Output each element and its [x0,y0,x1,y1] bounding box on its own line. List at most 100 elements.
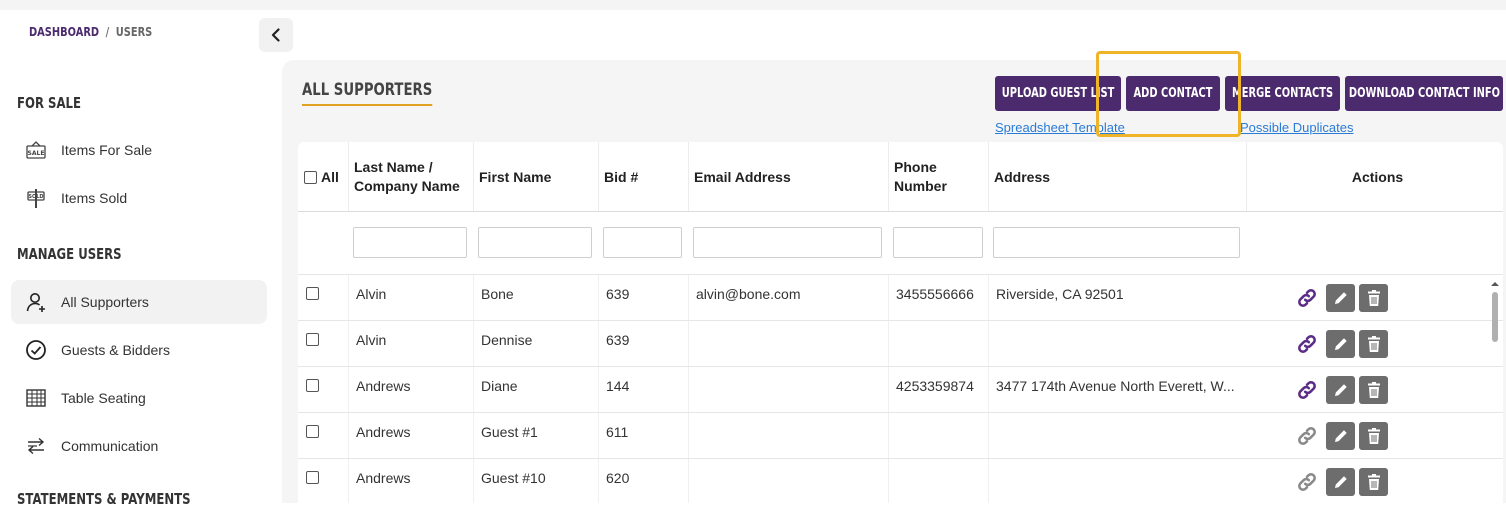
table-scrollbar[interactable] [1489,280,1501,503]
upload-guest-list-button[interactable]: UPLOAD GUEST LIST [995,76,1121,111]
cell-last-name: Andrews [348,459,473,503]
link-contact-button[interactable] [1292,376,1321,404]
cell-phone: 4253359874 [888,367,988,413]
link-icon [1297,427,1316,445]
trash-icon [1367,336,1380,352]
user-plus-icon [24,290,48,314]
header-first-name[interactable]: First Name [473,142,598,212]
sidebar-heading-statements: STATEMENTS & PAYMENTS [17,490,191,508]
sale-tag-icon: SALE [24,138,48,162]
row-checkbox[interactable] [306,287,319,300]
sidebar-item-label: Communication [61,438,159,454]
merge-contacts-button[interactable]: MERGE CONTACTS [1225,76,1340,111]
button-label: UPLOAD GUEST LIST [1001,86,1115,101]
delete-button[interactable] [1359,422,1388,450]
header-bid[interactable]: Bid # [598,142,688,212]
sold-sign-icon: SOLD [24,186,48,210]
link-contact-button[interactable] [1292,422,1321,450]
pencil-icon [1334,384,1347,396]
cell-email [688,367,888,413]
pencil-icon [1334,430,1347,442]
link-icon [1297,335,1316,353]
cell-bid: 144 [598,367,688,413]
delete-button[interactable] [1359,330,1388,358]
table-row: Andrews Diane 144 4253359874 3477 174th … [298,366,1503,413]
pencil-icon [1334,338,1347,350]
spreadsheet-template-link[interactable]: Spreadsheet Template [995,120,1125,135]
filter-email-input[interactable] [693,227,882,258]
edit-button[interactable] [1326,284,1355,312]
filter-first-name-input[interactable] [478,227,592,258]
sidebar-heading-for-sale: FOR SALE [17,94,81,112]
svg-text:SALE: SALE [28,150,45,157]
cell-address: Riverside, CA 92501 [988,275,1238,321]
row-checkbox[interactable] [306,471,319,484]
filter-address-input[interactable] [993,227,1240,258]
cell-first-name: Guest #10 [473,459,598,503]
cell-first-name: Dennise [473,321,598,367]
sidebar-item-table-seating[interactable]: Table Seating [11,376,267,420]
supporters-table: All Last Name / Company Name First Name … [298,142,1503,503]
cell-first-name: Bone [473,275,598,321]
button-label: MERGE CONTACTS [1231,86,1334,101]
breadcrumb-current: USERS [115,25,153,39]
add-contact-button[interactable]: ADD CONTACT [1126,76,1220,111]
sidebar-collapse-button[interactable] [259,18,293,52]
cell-bid: 611 [598,413,688,459]
sidebar-item-all-supporters[interactable]: All Supporters [11,280,267,324]
cell-email [688,321,888,367]
trash-icon [1367,290,1380,306]
scroll-up-arrow-icon [1491,282,1499,286]
cell-first-name: Diane [473,367,598,413]
pencil-icon [1334,292,1347,304]
sidebar-item-guests-bidders[interactable]: Guests & Bidders [11,328,267,372]
cell-last-name: Alvin [348,275,473,321]
edit-button[interactable] [1326,376,1355,404]
arrows-exchange-icon [24,434,48,458]
top-strip [0,0,1506,10]
breadcrumb-dashboard-link[interactable]: DASHBOARD [29,25,99,39]
sidebar: FOR SALE SALE Items For Sale SOLD Items … [0,60,282,508]
edit-button[interactable] [1326,422,1355,450]
sidebar-item-label: Table Seating [61,390,146,406]
sidebar-item-items-sold[interactable]: SOLD Items Sold [11,176,267,220]
filter-bid-input[interactable] [603,227,682,258]
header-email[interactable]: Email Address [688,142,888,212]
cell-first-name: Guest #1 [473,413,598,459]
header-phone[interactable]: Phone Number [888,142,988,212]
delete-button[interactable] [1359,376,1388,404]
delete-button[interactable] [1359,468,1388,496]
row-checkbox[interactable] [306,379,319,392]
table-row: Andrews Guest #1 611 [298,412,1503,459]
header-select-all: All [298,142,348,212]
table-row: Alvin Dennise 639 [298,320,1503,367]
header-address[interactable]: Address [988,142,1246,212]
link-contact-button[interactable] [1292,330,1321,358]
sidebar-item-communication[interactable]: Communication [11,424,267,468]
cell-last-name: Andrews [348,413,473,459]
edit-button[interactable] [1326,468,1355,496]
filter-last-name-input[interactable] [353,227,467,258]
possible-duplicates-link[interactable]: Possible Duplicates [1240,120,1353,135]
delete-button[interactable] [1359,284,1388,312]
link-contact-button[interactable] [1292,284,1321,312]
sidebar-item-label: Guests & Bidders [61,342,170,358]
row-checkbox[interactable] [306,333,319,346]
link-contact-button[interactable] [1292,468,1321,496]
cell-bid: 620 [598,459,688,503]
filter-phone-input[interactable] [893,227,983,258]
sidebar-heading-manage-users: MANAGE USERS [17,245,122,263]
header-all-label: All [321,168,339,185]
cell-phone [888,321,988,367]
header-actions: Actions [1246,142,1503,212]
edit-button[interactable] [1326,330,1355,358]
chevron-left-icon [271,28,280,42]
select-all-checkbox[interactable] [304,170,317,184]
scroll-thumb[interactable] [1492,292,1498,342]
row-checkbox[interactable] [306,425,319,438]
cell-phone [888,459,988,503]
link-icon [1297,289,1316,307]
download-contact-info-button[interactable]: DOWNLOAD CONTACT INFO [1345,76,1503,111]
sidebar-item-items-for-sale[interactable]: SALE Items For Sale [11,128,267,172]
header-last-name[interactable]: Last Name / Company Name [348,142,473,212]
